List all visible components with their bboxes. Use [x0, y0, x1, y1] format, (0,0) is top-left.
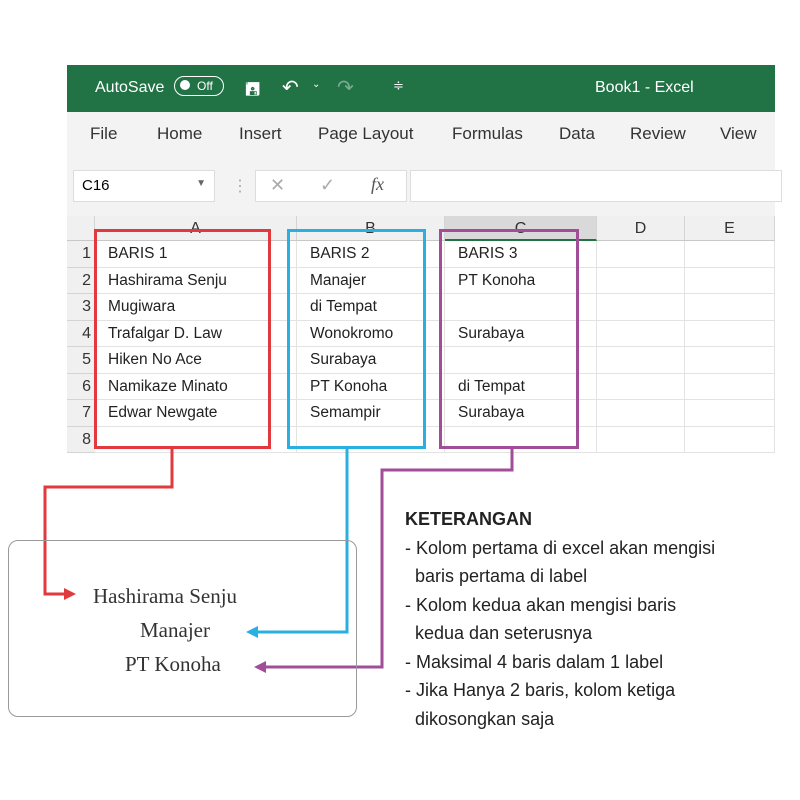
keterangan-line: - Jika Hanya 2 baris, kolom ketiga [405, 680, 676, 700]
label-line-3: PT Konoha [125, 652, 221, 676]
keterangan-line: - Kolom pertama di excel akan mengisi [405, 537, 716, 558]
keterangan-line: - Maksimal 4 baris dalam 1 label [405, 651, 664, 672]
label-line-2: Manajer [140, 618, 210, 642]
keterangan-title: KETERANGAN [405, 509, 533, 529]
label-preview: Hashirama Senju Manajer PT Konoha [8, 540, 357, 717]
label-line-1: Hashirama Senju [93, 584, 238, 608]
keterangan-notes: KETERANGAN - Kolom pertama di excel akan… [405, 505, 715, 733]
keterangan-line: baris pertama di label [405, 566, 588, 586]
keterangan-line: dikosongkan saja [405, 708, 555, 729]
keterangan-line: - Kolom kedua akan mengisi baris [405, 594, 677, 615]
keterangan-line: kedua dan seterusnya [405, 623, 593, 643]
